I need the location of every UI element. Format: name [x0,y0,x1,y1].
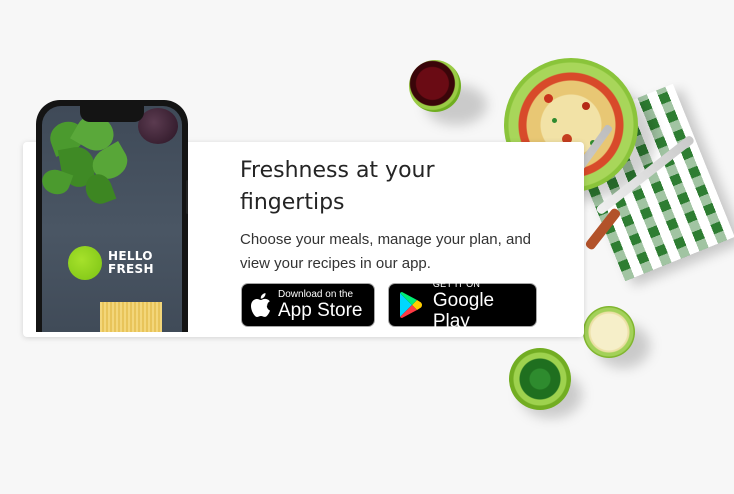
google-play-text: GET IT ON Google Play [433,279,536,332]
phone-frame: HELLO FRESH [36,100,188,332]
phone-mockup: HELLO FRESH [36,100,188,332]
tomato-piece [582,102,590,110]
phone-notch [80,106,144,122]
google-play-small-text: GET IT ON [432,278,481,289]
app-store-button[interactable]: Download on the App Store [241,283,375,327]
promo-description: Choose your meals, manage your plan, and… [240,231,532,272]
spaghetti-image [100,302,162,332]
apple-icon [242,292,278,318]
app-store-text: Download on the App Store [278,289,363,321]
app-store-small-text: Download on the [278,289,354,300]
herb-piece [552,118,557,123]
eggplant-image [138,108,178,144]
phone-side-button [186,180,188,214]
hellofresh-logo: HELLO FRESH [68,246,154,280]
phone-screen: HELLO FRESH [42,106,182,332]
parmesan-bowl-image [583,306,635,358]
logo-line-2: FRESH [108,262,154,276]
hellofresh-logo-icon [68,246,102,280]
google-play-button[interactable]: GET IT ON Google Play [388,279,537,332]
app-store-big-text: App Store [278,300,363,321]
hellofresh-logo-text: HELLO FRESH [108,250,154,276]
tomato-piece [544,94,553,103]
google-play-big-text: Google Play [432,289,495,332]
google-play-icon [389,292,433,318]
promo-title: Freshness at your fingertips [240,158,435,215]
wine-glass-image [409,60,461,112]
herb-bowl-image [509,348,571,410]
